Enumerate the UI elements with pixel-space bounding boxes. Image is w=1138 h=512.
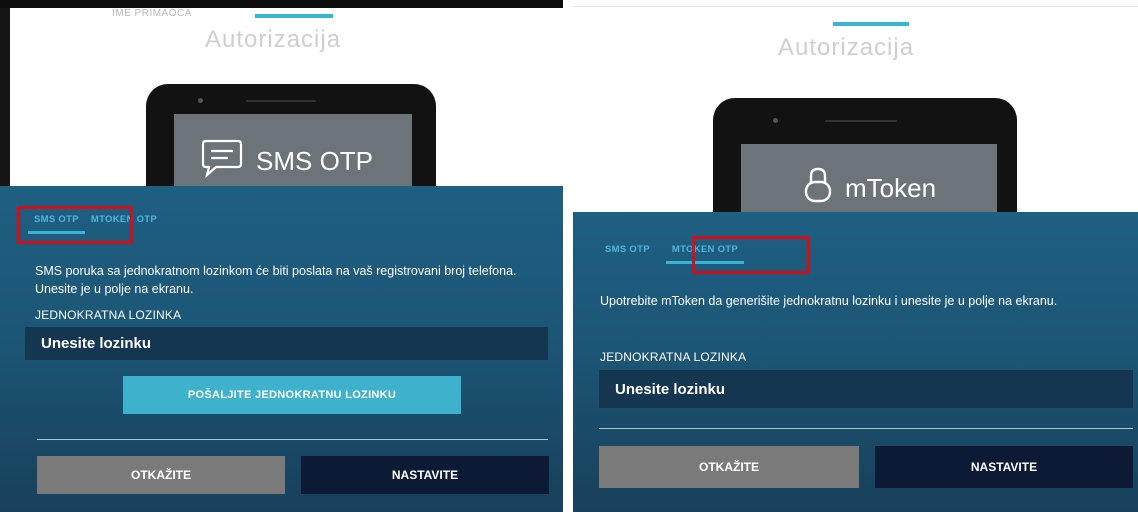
auth-form-panel: SMS OTP MTOKEN OTP SMS poruka sa jednokr… <box>0 186 563 512</box>
otp-input[interactable]: Unesite lozinku <box>25 327 548 360</box>
page-title: Autorizacija <box>778 34 915 61</box>
otp-field-label: JEDNOKRATNA LOZINKA <box>600 350 747 364</box>
continue-button[interactable]: NASTAVITE <box>301 456 549 494</box>
mtoken-otp-screen: Autorizacija mToken SMS OTP MTOKEN OTP U… <box>573 0 1138 512</box>
highlight-box <box>692 236 810 274</box>
otp-field-label: JEDNOKRATNA LOZINKA <box>35 308 182 322</box>
continue-button[interactable]: NASTAVITE <box>875 446 1133 488</box>
lock-icon <box>803 166 833 211</box>
top-accent-bar <box>833 22 909 26</box>
send-otp-button[interactable]: POŠALJITE JEDNOKRATNU LOZINKU <box>123 376 461 414</box>
phone-screen-content: mToken <box>803 166 936 211</box>
auth-form-panel: SMS OTP MTOKEN OTP Upotrebite mToken da … <box>573 212 1138 512</box>
phone-speaker <box>825 120 897 122</box>
phone-screen-label: mToken <box>845 173 937 203</box>
phone-camera <box>198 98 203 103</box>
phone-screen-content: SMS OTP <box>200 138 373 185</box>
page-title: Autorizacija <box>205 26 342 53</box>
chat-bubble-icon <box>200 138 244 185</box>
faded-recipient-label: IME PRIMAOCA <box>112 8 192 19</box>
cancel-button[interactable]: OTKAŽITE <box>37 456 285 494</box>
divider <box>599 428 1133 429</box>
otp-description: SMS poruka sa jednokratnom lozinkom će b… <box>35 264 517 296</box>
otp-description: Upotrebite mToken da generišite jednokra… <box>600 294 1058 308</box>
divider <box>37 439 548 440</box>
phone-camera <box>773 118 778 123</box>
tab-sms-otp[interactable]: SMS OTP <box>599 244 656 264</box>
phone-speaker <box>246 100 316 102</box>
top-strip <box>573 0 1138 7</box>
highlight-box <box>17 206 133 244</box>
otp-input[interactable]: Unesite lozinku <box>599 370 1133 408</box>
top-accent-bar <box>255 14 333 18</box>
sms-otp-screen: IME PRIMAOCA Autorizacija SMS OTP SMS OT… <box>0 0 563 512</box>
phone-screen-label: SMS OTP <box>256 146 374 176</box>
cancel-button[interactable]: OTKAŽITE <box>599 446 859 488</box>
top-strip <box>0 0 563 8</box>
